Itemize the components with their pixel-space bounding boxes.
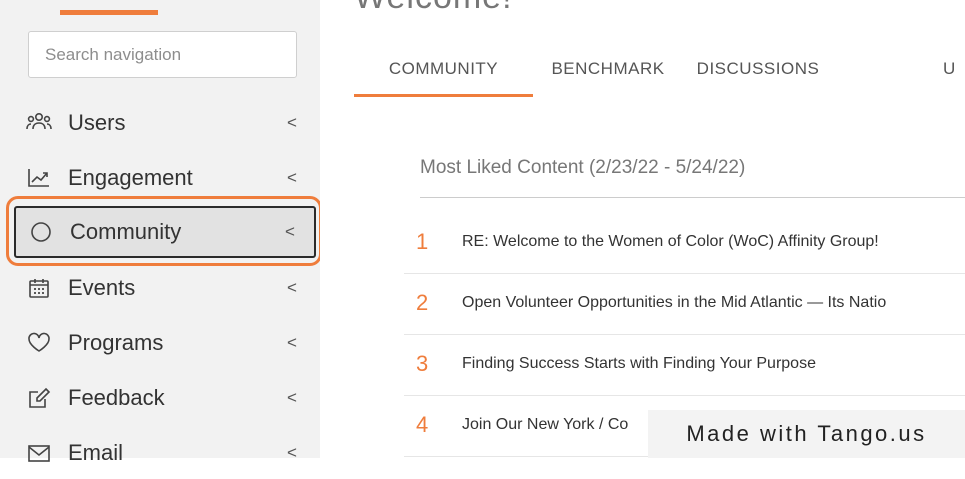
list-item[interactable]: 3 Finding Success Starts with Finding Yo… [404, 334, 965, 396]
sidebar-item-label: Users [68, 110, 126, 135]
sidebar-item-feedback[interactable]: Feedback < [14, 372, 316, 424]
tab-discussions[interactable]: DISCUSSIONS [683, 40, 833, 97]
sidebar-item-label: Events [68, 275, 136, 300]
sidebar-item-label: Feedback [68, 385, 165, 410]
chevron-left-icon: < [287, 113, 297, 132]
sidebar-item-events[interactable]: Events < [14, 262, 316, 314]
sidebar-item-users[interactable]: Users < [14, 97, 316, 149]
content-title-link[interactable]: Finding Success Starts with Finding Your… [462, 334, 965, 394]
chevron-left-icon: < [287, 278, 297, 297]
rank-number: 2 [416, 290, 429, 315]
sidebar-item-email[interactable]: Email < [14, 427, 316, 479]
chevron-left-icon: < [287, 333, 297, 352]
chevron-left-icon: < [285, 222, 295, 241]
brand-accent-bar [60, 10, 158, 15]
chevron-left-icon: < [287, 168, 297, 187]
rank-number: 3 [416, 351, 429, 376]
tab-partial[interactable]: U [943, 40, 965, 97]
tab-community[interactable]: COMMUNITY [354, 40, 533, 98]
calendar-icon [26, 275, 52, 301]
edit-icon [26, 385, 52, 411]
sidebar-item-label: Email [68, 440, 124, 465]
sidebar-item-label: Programs [68, 330, 164, 355]
content-title-link[interactable]: Open Volunteer Opportunities in the Mid … [462, 273, 965, 333]
sidebar-item-label: Community [70, 219, 182, 244]
heart-icon [26, 330, 52, 356]
tango-watermark: Made with Tango.us [648, 410, 965, 458]
content-title-link[interactable]: RE: Welcome to the Women of Color (WoC) … [462, 212, 965, 272]
list-item[interactable]: 2 Open Volunteer Opportunities in the Mi… [404, 273, 965, 335]
page-title: Welcome! [354, 0, 513, 17]
sidebar-item-community[interactable]: Community < [14, 206, 316, 258]
tab-bar: COMMUNITY BENCHMARK DISCUSSIONS U [354, 40, 965, 98]
list-item[interactable]: 1 RE: Welcome to the Women of Color (WoC… [404, 212, 965, 274]
users-icon [26, 110, 52, 136]
sidebar-item-engagement[interactable]: Engagement < [14, 152, 316, 204]
mail-icon [26, 440, 52, 466]
panel-title: Most Liked Content (2/23/22 - 5/24/22) [420, 157, 746, 178]
sidebar-item-programs[interactable]: Programs < [14, 317, 316, 369]
circle-icon [28, 219, 54, 245]
rank-number: 4 [416, 412, 429, 437]
rank-number: 1 [416, 229, 429, 254]
chevron-left-icon: < [287, 388, 297, 407]
chevron-left-icon: < [287, 443, 297, 462]
chart-icon [26, 165, 52, 191]
sidebar: Users < Engagement < Community < Ev [0, 0, 322, 465]
tab-benchmark[interactable]: BENCHMARK [533, 40, 683, 97]
sidebar-item-label: Engagement [68, 165, 193, 190]
divider [420, 197, 965, 198]
most-liked-panel: Most Liked Content (2/23/22 - 5/24/22) 1… [354, 97, 965, 458]
main-content: Welcome! COMMUNITY BENCHMARK DISCUSSIONS… [320, 0, 965, 458]
search-navigation-input[interactable] [28, 31, 297, 78]
